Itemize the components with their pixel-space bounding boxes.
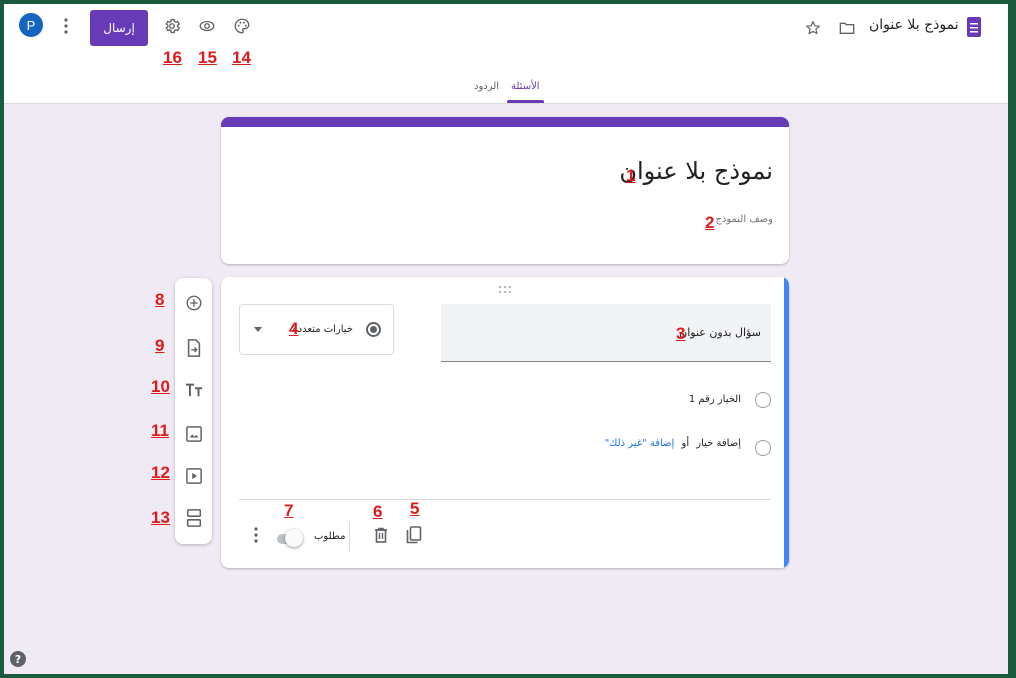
annotation-13: 13 xyxy=(151,508,170,527)
question-active-bar xyxy=(784,277,789,568)
more-vert-icon[interactable] xyxy=(251,525,261,545)
video-icon[interactable] xyxy=(183,465,204,486)
question-card[interactable]: سؤال بدون عنوان 3 خيارات متعددة 4 الخيار… xyxy=(221,277,789,568)
add-circle-icon[interactable] xyxy=(183,292,204,313)
tab-questions[interactable]: الأسئلة xyxy=(511,81,540,92)
option-radio-icon xyxy=(755,392,771,408)
tab-underline xyxy=(507,100,544,103)
annotation-6: 6 xyxy=(373,502,383,521)
add-option-radio-icon xyxy=(755,440,771,456)
folder-icon[interactable] xyxy=(838,19,856,37)
annotation-7: 7 xyxy=(284,501,294,520)
toggle-thumb xyxy=(285,529,303,547)
drag-handle-icon[interactable] xyxy=(498,285,512,295)
annotation-11: 11 xyxy=(151,421,169,440)
annotation-14: 14 xyxy=(232,48,251,67)
form-title[interactable]: نموذج بلا عنوان xyxy=(619,157,773,185)
add-option-link[interactable]: إضافة خيار xyxy=(696,438,741,449)
document-title[interactable]: نموذج بلا عنوان xyxy=(869,17,959,33)
add-other-link[interactable]: إضافة "غير ذلك" xyxy=(605,438,675,449)
form-title-card[interactable]: نموذج بلا عنوان وصف النموذج 1 2 xyxy=(221,117,789,264)
text-icon[interactable] xyxy=(183,379,204,400)
annotation-5: 5 xyxy=(410,499,420,518)
image-icon[interactable] xyxy=(183,423,204,444)
question-type-label: خيارات متعددة xyxy=(292,324,353,335)
dropdown-arrow-icon xyxy=(254,327,262,332)
forms-icon xyxy=(966,16,982,38)
copy-icon[interactable] xyxy=(404,524,424,546)
footer-vertical-divider xyxy=(349,522,350,552)
footer-divider xyxy=(239,499,771,500)
import-icon[interactable] xyxy=(183,337,204,358)
question-title: سؤال بدون عنوان xyxy=(679,326,761,339)
option-1-text[interactable]: الخيار رقم 1 xyxy=(689,394,741,405)
star-icon[interactable] xyxy=(804,19,822,37)
app-frame: P إرسال 16 15 14 نموذج بلا عنوان الردود … xyxy=(4,4,1008,674)
question-type-dropdown[interactable]: خيارات متعددة xyxy=(239,304,394,355)
eye-icon[interactable] xyxy=(197,16,217,36)
annotation-16: 16 xyxy=(163,48,182,67)
form-description[interactable]: وصف النموذج xyxy=(715,214,773,225)
avatar[interactable]: P xyxy=(19,13,43,37)
annotation-12: 12 xyxy=(151,463,170,482)
annotation-1: 1 xyxy=(626,166,636,185)
or-text: أو xyxy=(681,438,690,449)
annotation-10: 10 xyxy=(151,377,170,396)
title-card-accent xyxy=(221,117,789,127)
gear-icon[interactable] xyxy=(162,16,182,36)
question-title-input[interactable]: سؤال بدون عنوان xyxy=(441,304,771,362)
required-label: مطلوب xyxy=(314,531,346,542)
annotation-9: 9 xyxy=(155,336,165,355)
side-toolbar xyxy=(175,278,212,544)
add-option-row: إضافة خيار أو إضافة "غير ذلك" xyxy=(605,438,741,449)
annotation-15: 15 xyxy=(198,48,217,67)
annotation-8: 8 xyxy=(155,290,165,309)
help-icon[interactable]: ? xyxy=(10,651,26,667)
send-button[interactable]: إرسال xyxy=(90,10,148,46)
annotation-2: 2 xyxy=(705,213,715,232)
tab-responses[interactable]: الردود xyxy=(474,81,499,92)
top-bar: P إرسال 16 15 14 نموذج بلا عنوان الردود … xyxy=(4,4,1008,104)
palette-icon[interactable] xyxy=(232,16,252,36)
trash-icon[interactable] xyxy=(371,524,391,546)
annotation-3: 3 xyxy=(676,324,686,343)
more-vert-icon[interactable] xyxy=(58,16,74,36)
annotation-4: 4 xyxy=(289,319,299,338)
radio-checked-icon xyxy=(366,322,381,337)
section-icon[interactable] xyxy=(183,507,204,528)
